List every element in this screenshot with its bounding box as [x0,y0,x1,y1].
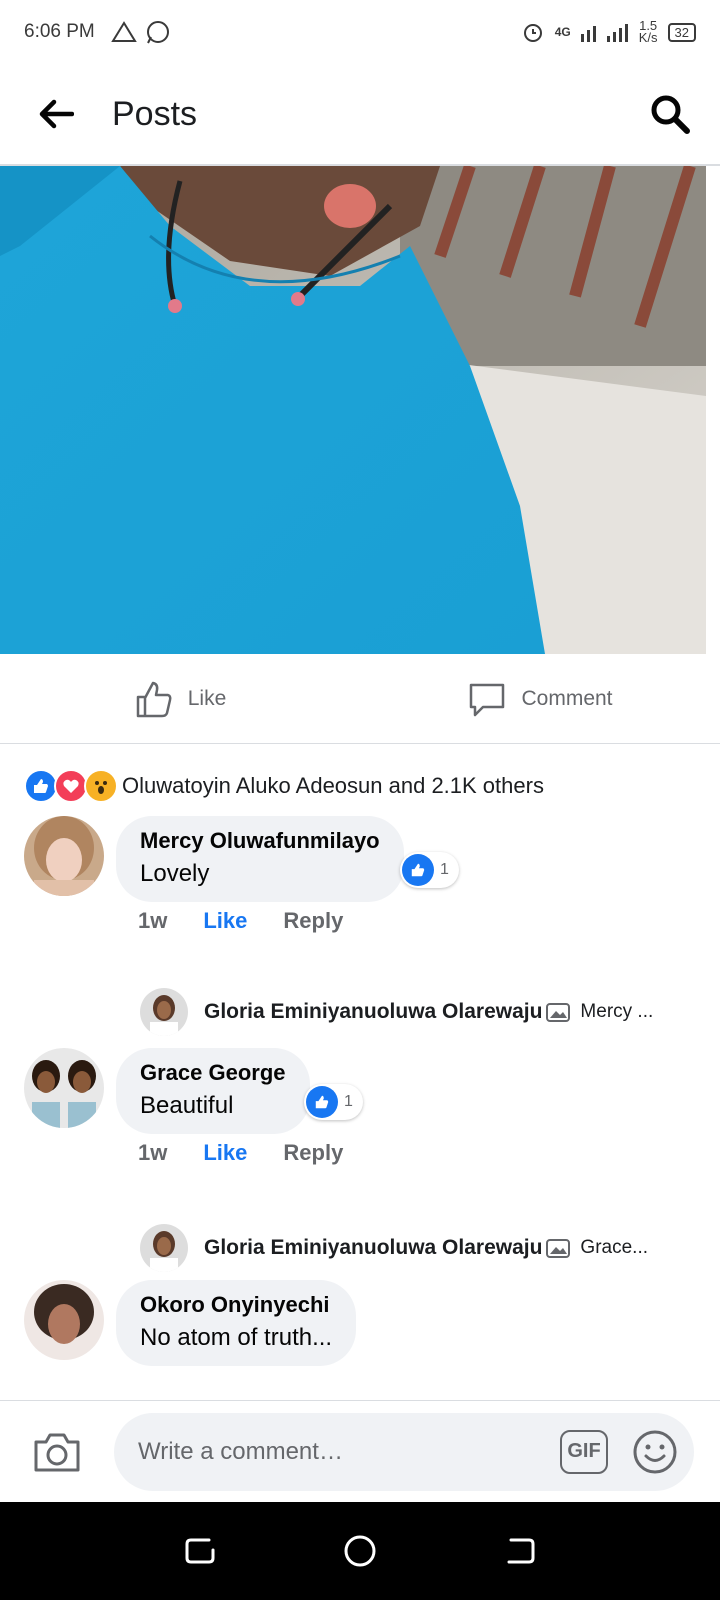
back-nav-icon[interactable] [503,1534,537,1568]
battery-level: 32 [667,22,696,42]
comment-button[interactable]: Comment [360,654,720,743]
post-image [0,166,706,654]
comment-input-wrap: GIF [114,1412,694,1491]
comment-bubble[interactable]: Mercy Oluwafunmilayo Lovely [116,816,404,902]
comment-time: 1w [138,908,168,933]
back-button[interactable] [0,63,112,165]
avatar[interactable] [24,816,104,896]
comment-text: Lovely [140,860,210,887]
comment-bubble[interactable]: Okoro Onyinyechi No atom of truth... [116,1280,357,1366]
comment-item: Grace George Beautiful 1 1w Like Reply [24,1048,704,1208]
reactions-text: Oluwatoyin Aluko Adeosun and 2.1K others [122,773,544,798]
reply-preview[interactable]: Gloria Eminiyanuoluwa Olarewaju Grace... [140,1224,700,1272]
like-reaction-icon [306,1086,338,1118]
search-icon [651,95,690,134]
comment-meta: 1w Like Reply [138,1140,343,1166]
like-reaction-icon [24,769,58,803]
comment-item: Mercy Oluwafunmilayo Lovely 1 1w Like Re… [24,816,704,976]
comment-reply-button[interactable]: Reply [283,1140,343,1166]
home-icon[interactable] [343,1534,377,1568]
comment-author[interactable]: Mercy Oluwafunmilayo [140,828,380,854]
comment-text: No atom of truth... [140,1324,333,1351]
comment-icon [470,683,505,716]
emoji-icon[interactable] [632,1429,678,1475]
reply-avatar [140,988,188,1036]
signal-icon [580,24,628,42]
alarm-icon [523,24,542,42]
comment-item: Okoro Onyinyechi No atom of truth... [24,1280,704,1380]
reply-preview[interactable]: Gloria Eminiyanuoluwa Olarewaju Mercy ..… [140,988,700,1036]
avatar[interactable] [24,1048,104,1128]
comment-time: 1w [138,1140,168,1165]
recent-apps-icon[interactable] [183,1534,217,1568]
reply-author: Gloria Eminiyanuoluwa Olarewaju [204,1000,543,1023]
comment-author[interactable]: Grace George [140,1060,286,1086]
comment-like-button[interactable]: Like [203,1140,247,1166]
post-photo[interactable] [0,166,706,654]
reactions-summary[interactable]: Oluwatoyin Aluko Adeosun and 2.1K others [24,766,544,806]
like-reaction-icon [402,854,434,886]
app-header: Posts [0,64,720,166]
camera-button[interactable] [0,1430,114,1474]
comment-reply-button[interactable]: Reply [283,908,343,934]
status-time: 6:06 PM [24,21,95,42]
wow-reaction-icon [84,769,118,803]
net-speed-unit: K/s [638,30,658,45]
thumbs-up-icon [136,681,172,717]
search-button[interactable] [620,63,720,165]
reply-preview-text: Grace... [580,1237,648,1258]
arrow-left-icon [39,99,74,129]
comment-input[interactable] [138,1437,560,1466]
post-actions: Like Comment [0,654,720,744]
comment-composer: GIF [0,1400,720,1502]
comment-author[interactable]: Okoro Onyinyechi [140,1292,332,1318]
like-button[interactable]: Like [0,654,360,743]
comment-text: Beautiful [140,1092,234,1119]
system-nav-bar [0,1502,720,1600]
comment-like-count[interactable]: 1 [400,852,459,888]
reply-preview-text: Mercy ... [580,1001,654,1022]
page-title: Posts [112,94,198,133]
comment-label: Comment [521,686,613,710]
avatar[interactable] [24,1280,104,1360]
love-reaction-icon [54,769,88,803]
comment-bubble[interactable]: Grace George Beautiful [116,1048,310,1134]
whatsapp-icon [146,21,169,44]
photo-icon [546,1239,571,1258]
status-bar: 6:06 PM 4G 1.5 K/s 32 [0,0,720,64]
camera-icon [34,1433,80,1471]
gif-button[interactable]: GIF [560,1429,608,1474]
reply-author: Gloria Eminiyanuoluwa Olarewaju [204,1236,543,1259]
network-label: 4G [554,25,571,39]
drive-icon [110,21,137,42]
comment-like-button[interactable]: Like [203,908,247,934]
like-label: Like [187,686,227,710]
comment-like-count[interactable]: 1 [304,1084,363,1120]
comment-meta: 1w Like Reply [138,908,343,934]
photo-icon [546,1003,571,1022]
reply-avatar [140,1224,188,1272]
